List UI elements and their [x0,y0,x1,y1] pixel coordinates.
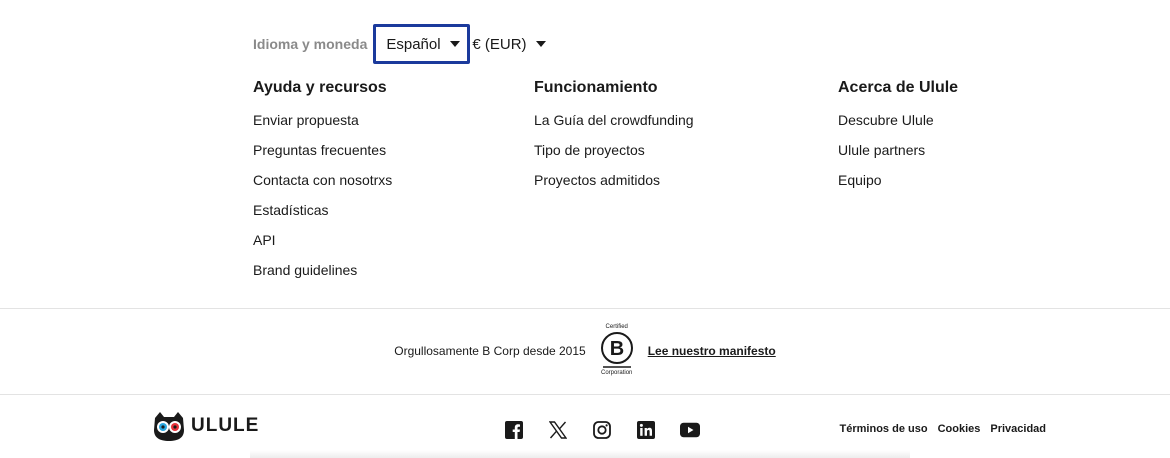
footer-bottom-bar: ULULE Términos de uso Cookies Privacidad [0,400,1170,458]
footer-link[interactable]: Brand guidelines [253,260,392,290]
footer-link[interactable]: Enviar propuesta [253,110,392,140]
footer-column-how-it-works: Funcionamiento La Guía del crowdfunding … [534,78,694,200]
language-select-value: Español [386,35,441,53]
language-currency-label: Idioma y moneda [253,36,368,52]
divider [0,308,1170,309]
terms-link[interactable]: Términos de uso [840,423,928,435]
divider [0,394,1170,395]
bcorp-corporation-label: Corporation [601,370,633,376]
bcorp-letter: B [609,338,623,360]
footer-link[interactable]: Tipo de proyectos [534,140,694,170]
ulule-logo[interactable]: ULULE [152,410,259,442]
footer-column-about: Acerca de Ulule Descubre Ulule Ulule par… [838,78,958,200]
footer-link[interactable]: Ulule partners [838,140,958,170]
footer-link[interactable]: La Guía del crowdfunding [534,110,694,140]
manifesto-link[interactable]: Lee nuestro manifesto [648,344,776,358]
bcorp-certified-label: Certified [605,324,628,330]
footer-column-help: Ayuda y recursos Enviar propuesta Pregun… [253,78,392,290]
bcorp-logo: Certified B Corporation [600,323,634,379]
privacy-link[interactable]: Privacidad [990,423,1046,435]
facebook-icon[interactable] [504,420,524,440]
instagram-icon[interactable] [592,420,612,440]
footer-link[interactable]: API [253,230,392,260]
column-heading: Acerca de Ulule [838,79,959,96]
column-heading: Funcionamiento [534,79,658,96]
footer-link[interactable]: Contacta con nosotrxs [253,170,392,200]
bcorp-b-icon: B [600,332,633,368]
linkedin-icon[interactable] [636,420,656,440]
bottom-shadow [250,450,910,458]
social-links [504,420,724,440]
bcorp-text: Orgullosamente B Corp desde 2015 [394,344,586,358]
youtube-icon[interactable] [680,420,700,440]
footer-link[interactable]: Descubre Ulule [838,110,958,140]
language-select[interactable]: Español [373,24,471,64]
footer-link[interactable]: Equipo [838,170,958,200]
language-currency-selector: Idioma y moneda Español € (EUR) [253,24,546,64]
owl-icon [154,412,184,441]
legal-links: Términos de uso Cookies Privacidad [830,423,1046,435]
footer-link[interactable]: Estadísticas [253,200,392,230]
x-icon[interactable] [548,420,568,440]
cookies-link[interactable]: Cookies [938,423,981,435]
logo-text: ULULE [191,415,260,436]
caret-down-icon [535,41,546,47]
footer-link[interactable]: Preguntas frecuentes [253,140,392,170]
currency-select[interactable]: € (EUR) [470,24,546,64]
currency-select-value: € (EUR) [472,35,527,53]
footer-link[interactable]: Proyectos admitidos [534,170,694,200]
caret-down-icon [449,41,460,47]
bcorp-banner: Orgullosamente B Corp desde 2015 Certifi… [0,320,1170,382]
column-heading: Ayuda y recursos [253,79,387,96]
